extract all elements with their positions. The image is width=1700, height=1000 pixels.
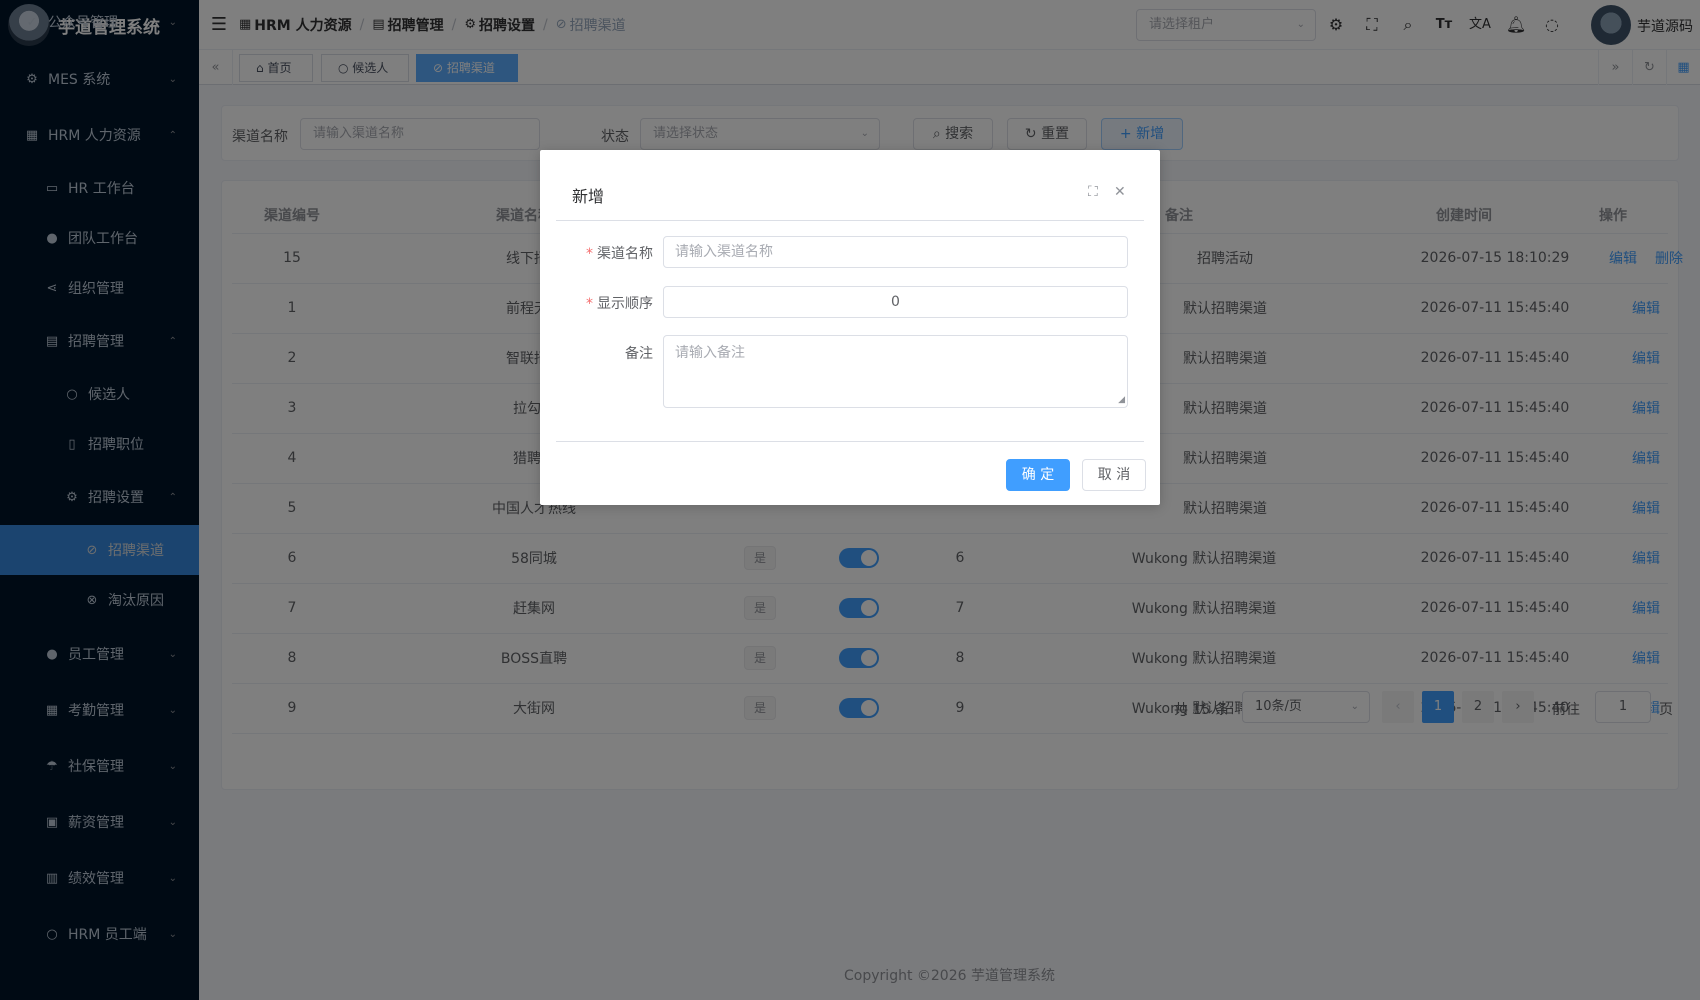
channel-name-field-label: * 渠道名称 [586, 246, 653, 262]
dialog-footer-divider [556, 441, 1144, 442]
sort-field-label: * 显示顺序 [586, 296, 653, 312]
dialog-header-divider [556, 220, 1144, 221]
add-channel-dialog: 新增 ⛶ ✕ * 渠道名称 请输入渠道名称 * 显示顺序 0 备注 请输入备注 ◢ … [540, 150, 1160, 505]
dialog-title: 新增 [572, 187, 605, 206]
channel-name-field[interactable]: 请输入渠道名称 [663, 236, 1128, 268]
remark-field-label: 备注 [625, 346, 653, 362]
cancel-button[interactable]: 取 消 [1082, 459, 1146, 491]
close-icon[interactable]: ✕ [1114, 184, 1126, 200]
sort-field-label-text: 显示顺序 [597, 296, 653, 312]
confirm-button[interactable]: 确 定 [1006, 459, 1070, 491]
maximize-icon[interactable]: ⛶ [1088, 184, 1098, 200]
remark-placeholder: 请输入备注 [675, 345, 745, 361]
resize-handle-icon[interactable]: ◢ [1118, 395, 1125, 405]
remark-textarea[interactable]: 请输入备注 ◢ [663, 335, 1128, 408]
channel-name-field-label-text: 渠道名称 [597, 246, 653, 262]
sort-number-input[interactable]: 0 [663, 286, 1128, 318]
